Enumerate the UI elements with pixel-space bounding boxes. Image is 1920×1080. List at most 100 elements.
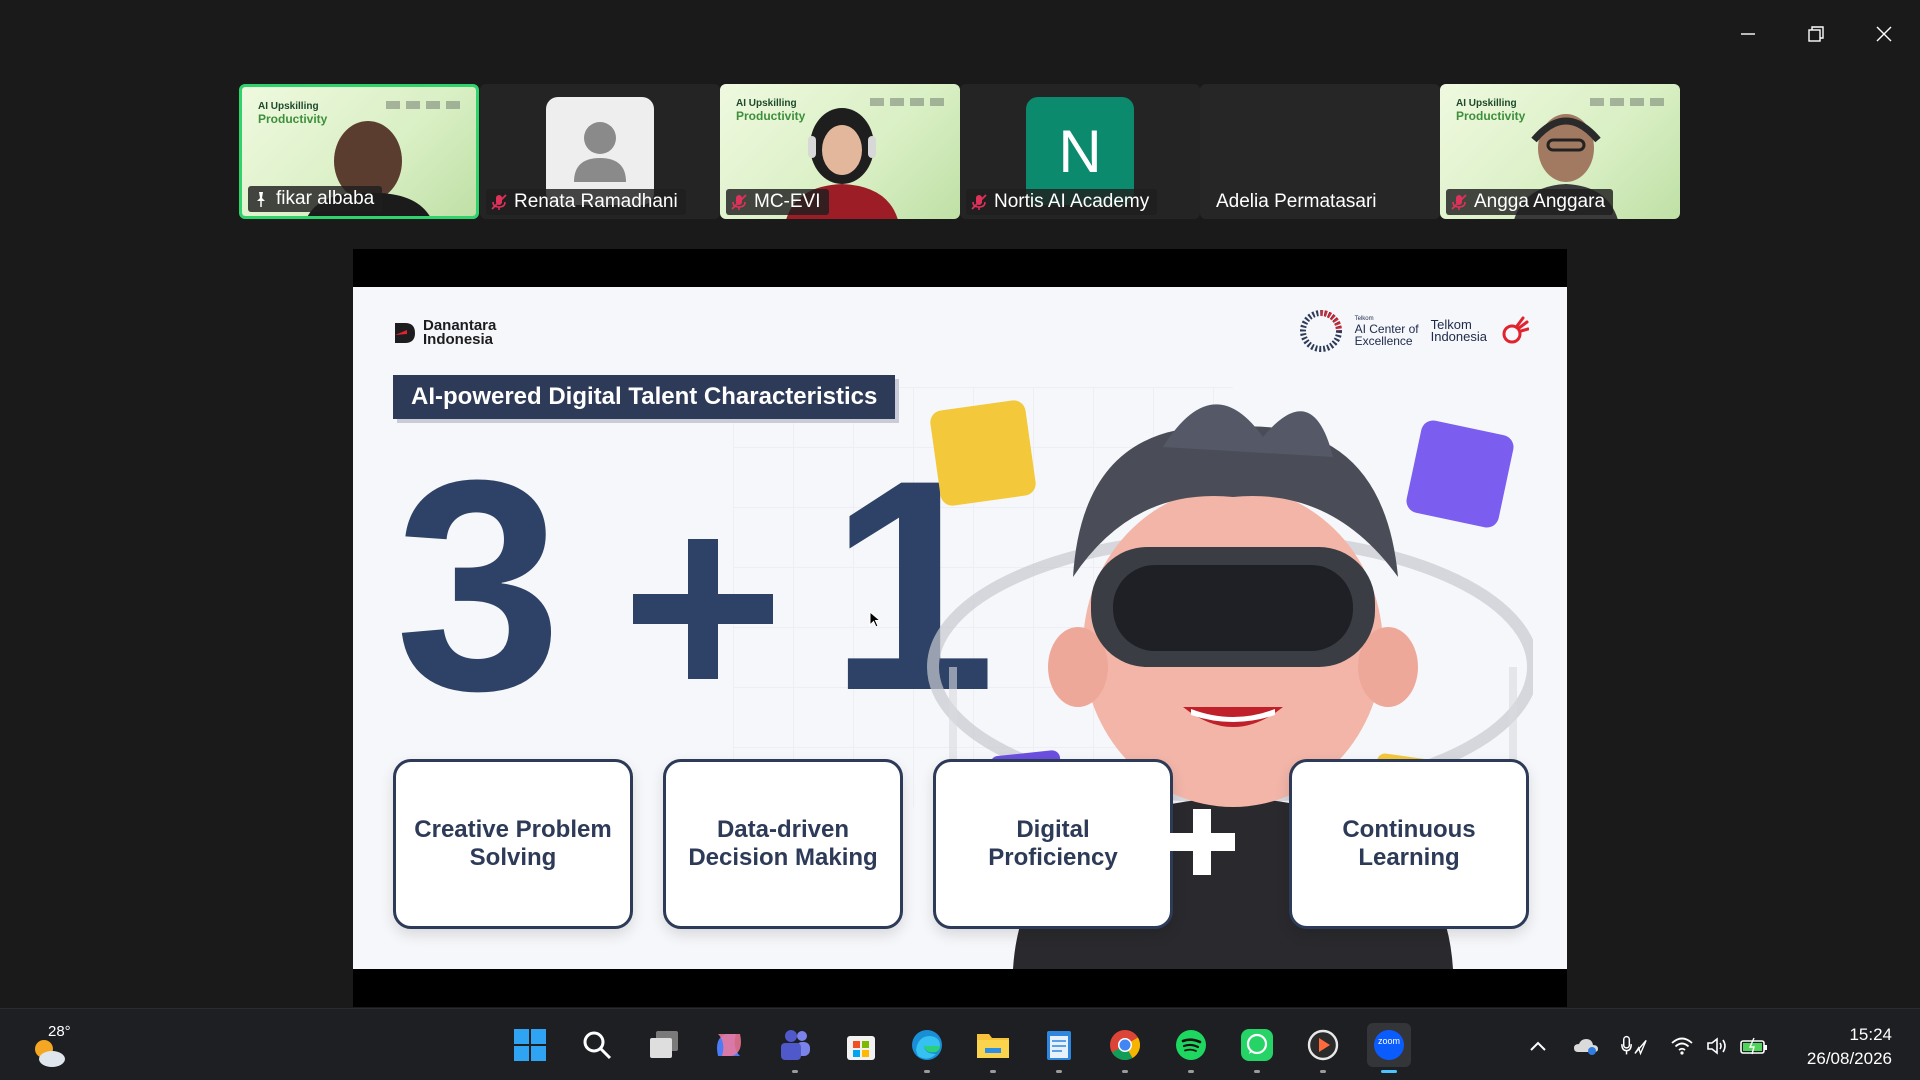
participant-tile[interactable]: AI Upskilling Productivity MC-EVI (720, 84, 960, 219)
close-button[interactable] (1856, 14, 1912, 54)
wifi-icon (1671, 1037, 1693, 1055)
store-icon (847, 1036, 875, 1060)
weather-widget[interactable]: 28° (26, 1023, 76, 1067)
close-icon (1876, 26, 1892, 42)
hero-plus-sign (633, 539, 773, 679)
telkom-logo-icon (1502, 316, 1529, 344)
participant-tile[interactable]: Adelia Permatasari (1200, 84, 1440, 219)
danantara-mark-icon (395, 323, 415, 343)
task-view-button[interactable] (642, 1023, 686, 1067)
start-icon (514, 1029, 546, 1061)
participant-name: Angga Anggara (1474, 191, 1606, 212)
spotify-button[interactable] (1169, 1023, 1213, 1073)
running-indicator (1381, 1070, 1397, 1073)
participant-nameplate: MC-EVI (726, 189, 829, 215)
running-indicator (1254, 1070, 1260, 1073)
mic-off-icon (1451, 194, 1467, 210)
participant-tile[interactable]: AI Upskilling Productivity fikar albaba (239, 84, 479, 219)
zoom-meeting-window: AI UpskillingProductivity fikar albaba (0, 0, 1920, 1008)
whatsapp-icon (1241, 1029, 1273, 1061)
store-button[interactable] (839, 1023, 883, 1067)
characteristic-card: Continuous Learning (1289, 759, 1529, 929)
participant-tile[interactable]: AI Upskilling Productivity Angga Anggara (1440, 84, 1680, 219)
slide-title: AI-powered Digital Talent Characteristic… (393, 375, 896, 419)
file-explorer-icon (977, 1034, 1009, 1058)
microphone-tray-button[interactable] (1620, 1033, 1648, 1059)
participant-nameplate: Adelia Permatasari (1206, 189, 1385, 215)
running-indicator (990, 1070, 996, 1073)
telkom-wordmark: Telkom Indonesia (1430, 317, 1487, 344)
participant-name: Renata Ramadhani (514, 191, 678, 212)
show-hidden-icons-button[interactable] (1524, 1033, 1552, 1059)
media-player-button[interactable] (1301, 1023, 1345, 1073)
participant-name: MC-EVI (754, 191, 821, 212)
start-button[interactable] (508, 1023, 552, 1067)
chrome-button[interactable] (1103, 1023, 1147, 1073)
participant-nameplate: fikar albaba (248, 186, 383, 212)
hero-number-three: 3 (395, 417, 562, 753)
danantara-wordmark: Danantara Indonesia (423, 317, 497, 348)
characteristic-card: Digital Proficiency (933, 759, 1173, 929)
participant-nameplate: Nortis AI Academy (966, 189, 1158, 215)
participant-name: fikar albaba (276, 188, 375, 209)
media-player-icon (1307, 1029, 1339, 1061)
participant-name: Nortis AI Academy (994, 191, 1150, 212)
background-logos (386, 101, 462, 109)
teams-button[interactable] (773, 1023, 817, 1073)
wifi-tray-button[interactable] (1668, 1033, 1696, 1059)
running-indicator (1056, 1070, 1062, 1073)
notepad-button[interactable] (1037, 1023, 1081, 1073)
running-indicator (924, 1070, 930, 1073)
participant-tile[interactable]: N Nortis AI Academy (960, 84, 1200, 219)
partner-logos: Telkom AI Center of Excellence Telkom In… (1299, 309, 1529, 353)
minimize-button[interactable] (1720, 14, 1776, 54)
microphone-location-icon (1621, 1035, 1647, 1056)
file-explorer-button[interactable] (971, 1023, 1015, 1073)
copilot-button[interactable] (707, 1023, 751, 1067)
participant-tile[interactable]: Renata Ramadhani (480, 84, 720, 219)
running-indicator (792, 1070, 798, 1073)
participant-name: Adelia Permatasari (1216, 191, 1377, 212)
cloud-icon (1574, 1039, 1598, 1055)
teams-icon (781, 1030, 810, 1060)
search-button[interactable] (575, 1023, 619, 1067)
running-indicator (1188, 1070, 1194, 1073)
mic-off-icon (971, 194, 987, 210)
plus-icon (1169, 809, 1235, 875)
copilot-icon (717, 1034, 741, 1056)
battery-tray-button[interactable] (1740, 1033, 1768, 1059)
edge-icon (912, 1030, 942, 1060)
notepad-icon (1047, 1031, 1071, 1060)
speaker-icon (1707, 1037, 1726, 1055)
participant-nameplate: Angga Anggara (1446, 189, 1614, 215)
running-indicator (1320, 1070, 1326, 1073)
volume-tray-button[interactable] (1704, 1033, 1732, 1059)
shared-screen[interactable]: Danantara Indonesia Telkom AI Center of … (353, 249, 1567, 1007)
system-clock[interactable]: 15:24 26/08/2026 (1807, 1023, 1892, 1071)
mouse-pointer-icon (869, 611, 881, 628)
onedrive-tray-button[interactable] (1572, 1033, 1600, 1059)
restore-button[interactable] (1788, 14, 1844, 54)
avatar-initial: N (1058, 117, 1102, 185)
presentation-slide: Danantara Indonesia Telkom AI Center of … (353, 287, 1567, 969)
edge-button[interactable] (905, 1023, 949, 1073)
zoom-button[interactable]: zoom (1367, 1023, 1411, 1073)
weather-temperature: 28° (48, 1023, 71, 1040)
restore-icon (1808, 26, 1824, 42)
search-icon (583, 1031, 612, 1060)
characteristic-card: Data-driven Decision Making (663, 759, 903, 929)
ai-coe-wordmark: Telkom AI Center of Excellence (1354, 315, 1419, 348)
mic-off-icon (491, 194, 507, 210)
whatsapp-button[interactable] (1235, 1023, 1279, 1073)
spotify-icon (1176, 1030, 1206, 1060)
danantara-logo: Danantara Indonesia (393, 317, 497, 348)
minimize-icon (1741, 33, 1755, 35)
running-indicator (1122, 1070, 1128, 1073)
characteristic-card: Creative Problem Solving (393, 759, 633, 929)
participant-nameplate: Renata Ramadhani (486, 189, 686, 215)
clock-date: 26/08/2026 (1806, 1049, 1892, 1068)
battery-charging-icon (1740, 1037, 1767, 1055)
mic-off-icon (731, 194, 747, 210)
task-view-icon (650, 1031, 678, 1058)
chevron-up-icon (1530, 1041, 1546, 1051)
